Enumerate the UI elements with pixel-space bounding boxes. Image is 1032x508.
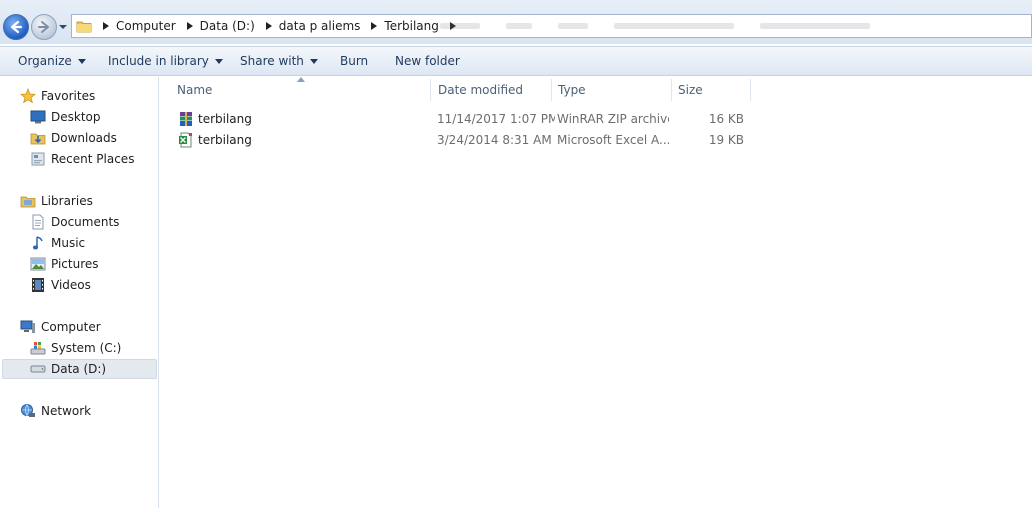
explorer-window: Computer Data (D:) data p aliems Terbila…: [0, 0, 1032, 508]
nav-item-music[interactable]: Music: [29, 233, 85, 253]
back-button[interactable]: [3, 14, 29, 40]
column-header-size[interactable]: Size: [672, 79, 751, 101]
dropdown-arrow-icon: [77, 58, 86, 64]
pictures-icon: [29, 255, 47, 273]
file-date: 11/14/2017 1:07 PM: [437, 111, 555, 126]
nav-item-documents[interactable]: Documents: [29, 212, 119, 232]
file-type: WinRAR ZIP archive: [557, 111, 669, 126]
forward-button[interactable]: [31, 14, 57, 40]
file-type: Microsoft Excel A...: [557, 132, 669, 147]
nav-item-videos[interactable]: Videos: [29, 275, 91, 295]
excel-file-icon: [177, 131, 195, 149]
folder-icon: [76, 16, 94, 36]
nav-item-pictures[interactable]: Pictures: [29, 254, 99, 274]
recent-places-icon: [29, 150, 47, 168]
arrow-left-icon: [10, 20, 23, 34]
chevron-right-icon: [371, 22, 378, 30]
nav-computer[interactable]: Computer: [19, 317, 101, 337]
breadcrumb-data-p-aliems[interactable]: data p aliems: [277, 19, 383, 33]
nav-item-system-c[interactable]: System (C:): [29, 338, 121, 358]
new-folder-button[interactable]: New folder: [395, 47, 460, 75]
background-window-ghost: [440, 16, 1000, 36]
share-with-button[interactable]: Share with: [240, 47, 318, 75]
network-globe-icon: [19, 402, 37, 420]
nav-network[interactable]: Network: [19, 401, 91, 421]
dropdown-arrow-icon: [214, 58, 223, 64]
command-bar: Organize Include in library Share with B…: [0, 46, 1032, 76]
hard-drive-icon: [29, 360, 47, 378]
desktop-icon: [29, 108, 47, 126]
column-header-date-modified[interactable]: Date modified: [432, 79, 552, 101]
arrow-right-icon: [38, 21, 49, 33]
system-drive-icon: [29, 339, 47, 357]
column-header-name[interactable]: Name: [171, 79, 431, 101]
recent-pages-dropdown[interactable]: [58, 22, 68, 32]
libraries-icon: [19, 192, 37, 210]
computer-icon: [19, 318, 37, 336]
music-note-icon: [29, 234, 47, 252]
nav-item-recent-places[interactable]: Recent Places: [29, 149, 134, 169]
column-header-type[interactable]: Type: [552, 79, 672, 101]
star-icon: [19, 87, 37, 105]
file-date: 3/24/2014 8:31 AM: [437, 132, 552, 147]
nav-item-downloads[interactable]: Downloads: [29, 128, 117, 148]
nav-item-desktop[interactable]: Desktop: [29, 107, 101, 127]
file-name: terbilang: [198, 111, 252, 126]
dropdown-arrow-icon: [309, 58, 318, 64]
film-strip-icon: [29, 276, 47, 294]
downloads-folder-icon: [29, 129, 47, 147]
chevron-right-icon: [186, 22, 193, 30]
file-size: 19 KB: [708, 132, 744, 147]
breadcrumb-computer[interactable]: Computer: [114, 19, 198, 33]
burn-button[interactable]: Burn: [340, 47, 368, 75]
breadcrumb-root-sep[interactable]: [98, 22, 114, 30]
nav-favorites[interactable]: Favorites: [19, 86, 95, 106]
file-list[interactable]: Name Date modified Type Size terbilang 1…: [160, 77, 1032, 508]
chevron-right-icon: [103, 22, 109, 30]
include-in-library-button[interactable]: Include in library: [108, 47, 223, 75]
file-row[interactable]: terbilang 11/14/2017 1:07 PM WinRAR ZIP …: [160, 108, 760, 129]
navigation-pane[interactable]: Favorites Desktop Downloads Recent Place…: [0, 77, 159, 508]
nav-libraries[interactable]: Libraries: [19, 191, 93, 211]
nav-item-data-d[interactable]: Data (D:): [2, 359, 157, 379]
organize-button[interactable]: Organize: [18, 47, 86, 75]
documents-icon: [29, 213, 47, 231]
file-row[interactable]: terbilang 3/24/2014 8:31 AM Microsoft Ex…: [160, 129, 760, 150]
winrar-archive-icon: [177, 110, 195, 128]
address-row: Computer Data (D:) data p aliems Terbila…: [0, 0, 1032, 44]
file-size: 16 KB: [708, 111, 744, 126]
breadcrumb-data-d[interactable]: Data (D:): [198, 19, 277, 33]
file-name: terbilang: [198, 132, 252, 147]
chevron-right-icon: [265, 22, 272, 30]
